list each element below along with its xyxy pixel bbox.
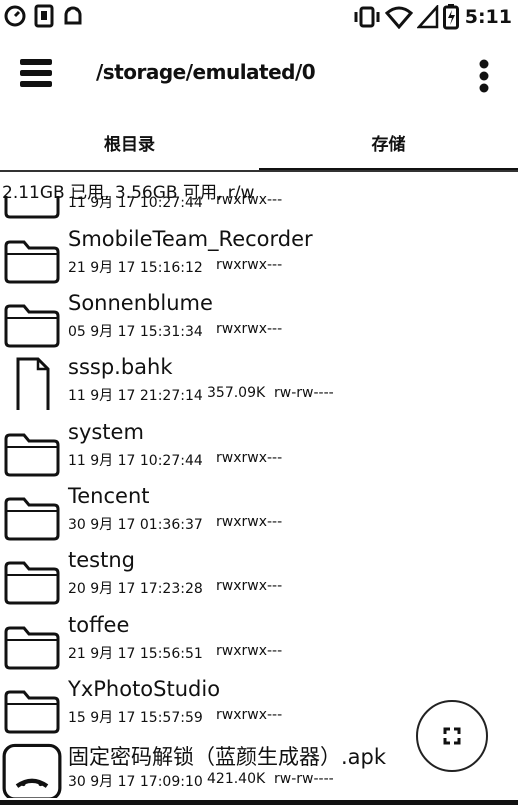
file-permissions: rwxrwx--- xyxy=(216,707,283,723)
file-permissions: rwxrwx--- xyxy=(216,196,283,208)
tab-bar: 根目录 存储 xyxy=(0,112,518,172)
folder-icon xyxy=(4,690,60,734)
file-permissions: rwxrwx--- xyxy=(216,321,283,337)
file-date: 21 9月 17 15:16:12 xyxy=(68,260,203,276)
tab-root-label: 根目录 xyxy=(104,134,155,155)
file-permissions: rw-rw---- xyxy=(274,385,334,401)
tab-root[interactable]: 根目录 xyxy=(0,112,259,172)
list-item[interactable]: 11 9月 17 10:27:44 rwxrwx--- xyxy=(0,196,518,221)
apk-icon xyxy=(2,743,62,798)
file-name: sssp.bahk xyxy=(68,355,173,379)
file-name: SmobileTeam_Recorder xyxy=(68,227,313,251)
file-permissions: rw-rw---- xyxy=(274,771,334,787)
file-date: 05 9月 17 15:31:34 xyxy=(68,324,203,340)
file-name: system xyxy=(68,420,144,444)
file-date: 30 9月 17 01:36:37 xyxy=(68,517,203,533)
file-permissions: rwxrwx--- xyxy=(216,450,283,466)
document-icon xyxy=(16,357,50,410)
folder-icon xyxy=(4,433,60,477)
current-path[interactable]: /storage/emulated/0 xyxy=(96,60,316,84)
android-icon xyxy=(64,6,82,25)
list-item[interactable]: Tencent 30 9月 17 01:36:37 rwxrwx--- xyxy=(0,479,518,543)
list-item[interactable]: toffee 21 9月 17 15:56:51 rwxrwx--- xyxy=(0,608,518,672)
file-date: 11 9月 17 10:27:44 xyxy=(68,196,203,211)
list-item[interactable]: SmobileTeam_Recorder 21 9月 17 15:16:12 r… xyxy=(0,222,518,286)
jump-icon xyxy=(443,727,461,745)
file-permissions: rwxrwx--- xyxy=(216,578,283,594)
hamburger-icon[interactable] xyxy=(20,58,52,88)
file-name: testng xyxy=(68,548,135,572)
file-date: 20 9月 17 17:23:28 xyxy=(68,581,203,597)
tab-storage[interactable]: 存储 xyxy=(259,112,518,172)
file-permissions: rwxrwx--- xyxy=(216,514,283,530)
vibrate-icon xyxy=(354,6,380,28)
bottom-edge xyxy=(0,800,518,805)
file-permissions: rwxrwx--- xyxy=(216,257,283,273)
folder-icon xyxy=(4,497,60,541)
file-name: 固定密码解锁（蓝颜生成器）.apk xyxy=(68,745,387,769)
gauge-icon xyxy=(4,5,26,27)
file-name: YxPhotoStudio xyxy=(68,677,221,701)
list-item[interactable]: testng 20 9月 17 17:23:28 rwxrwx--- xyxy=(0,543,518,607)
app-bar: /storage/emulated/0 xyxy=(0,34,518,112)
file-permissions: rwxrwx--- xyxy=(216,643,283,659)
list-item[interactable]: sssp.bahk 11 9月 17 21:27:14 357.09K rw-r… xyxy=(0,350,518,414)
folder-icon xyxy=(4,304,60,348)
file-name: Tencent xyxy=(68,484,150,508)
file-date: 11 9月 17 21:27:14 xyxy=(68,388,203,404)
floating-action-button[interactable] xyxy=(416,700,488,772)
wifi-icon xyxy=(384,6,413,29)
list-item[interactable]: system 11 9月 17 10:27:44 rwxrwx--- xyxy=(0,415,518,479)
file-date: 21 9月 17 15:56:51 xyxy=(68,646,203,662)
file-date: 30 9月 17 17:09:10 xyxy=(68,774,203,790)
status-bar: 5:11 xyxy=(0,0,518,34)
tab-divider xyxy=(0,170,518,172)
file-date: 15 9月 17 15:57:59 xyxy=(68,710,203,726)
file-date: 11 9月 17 10:27:44 xyxy=(68,453,203,469)
status-time: 5:11 xyxy=(464,6,512,28)
folder-icon xyxy=(4,626,60,670)
sim-card-icon xyxy=(34,4,54,28)
file-name: toffee xyxy=(68,613,130,637)
overflow-icon[interactable] xyxy=(472,58,496,94)
battery-icon xyxy=(442,4,459,30)
file-size: 421.40K xyxy=(207,771,266,787)
file-name: Sonnenblume xyxy=(68,291,213,315)
tab-storage-label: 存储 xyxy=(371,134,406,155)
list-item[interactable]: Sonnenblume 05 9月 17 15:31:34 rwxrwx--- xyxy=(0,286,518,350)
folder-icon xyxy=(4,561,60,605)
folder-icon xyxy=(4,240,60,284)
file-size: 357.09K xyxy=(207,385,266,401)
signal-icon xyxy=(416,5,438,29)
folder-icon xyxy=(4,196,60,219)
